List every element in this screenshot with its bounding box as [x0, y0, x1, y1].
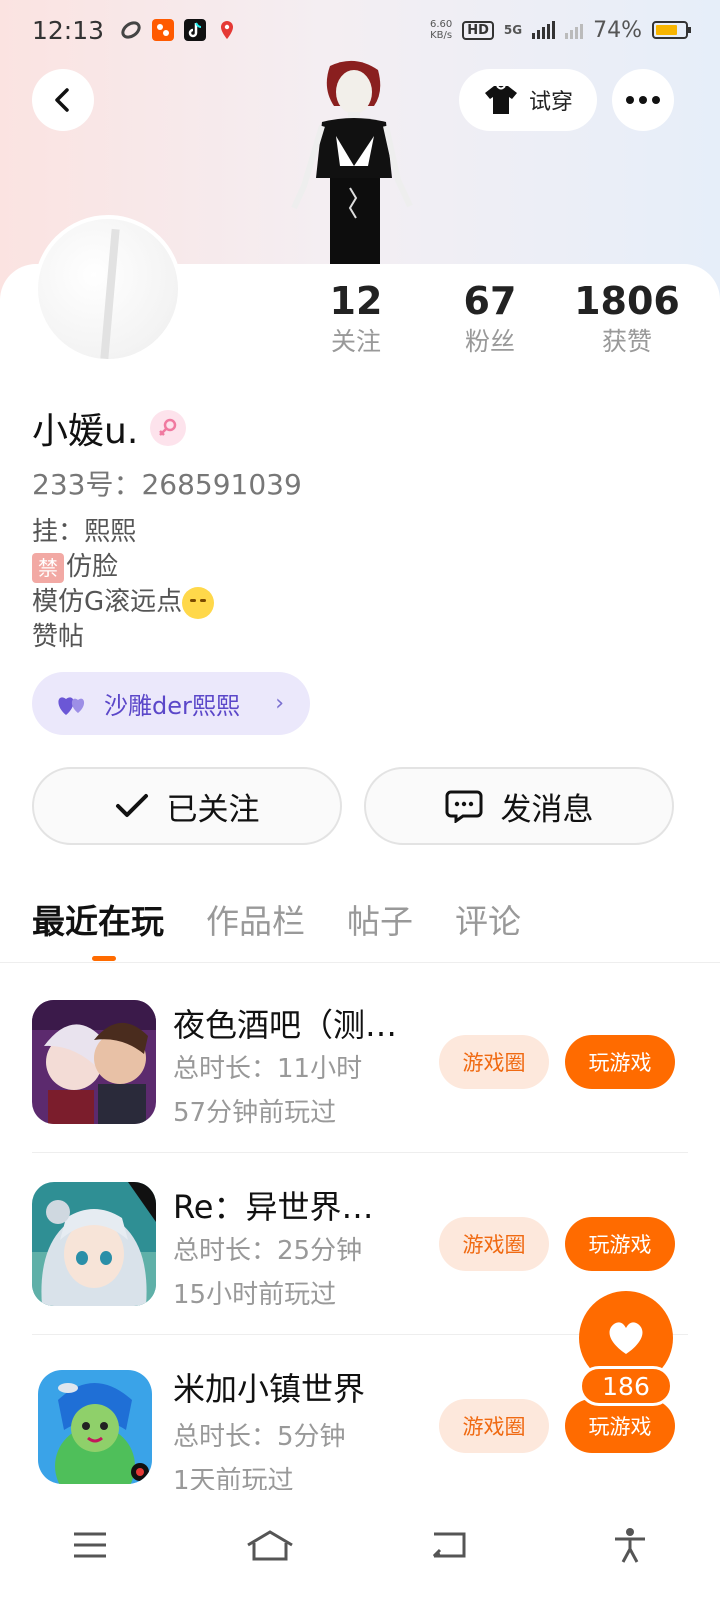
accessibility-icon[interactable]: [600, 1515, 660, 1575]
name-row: 小媛u.: [32, 402, 187, 454]
game-title: 米加小镇世界: [173, 1370, 366, 1408]
like-count: 186: [579, 1366, 673, 1406]
play-game-button[interactable]: 玩游戏: [565, 1217, 675, 1271]
game-title: Re：异世界…: [173, 1188, 374, 1226]
following-button[interactable]: 已关注: [32, 767, 342, 845]
stat-fans[interactable]: 67 粉丝: [420, 278, 560, 360]
bio-line-4: 赞帖: [32, 622, 85, 652]
game-last-played: 57分钟前玩过: [173, 1098, 337, 1128]
double-heart-icon: [58, 696, 85, 715]
game-icon-re-zero: [32, 1182, 156, 1306]
female-icon: [150, 410, 187, 446]
game-circle-button[interactable]: 游戏圈: [439, 1399, 549, 1453]
ban-emoji-icon: 禁: [32, 552, 64, 583]
avatar[interactable]: [34, 215, 182, 363]
profile-tabs: 最近在玩 作品栏 帖子 评论: [32, 895, 521, 943]
following-label: 已关注: [166, 791, 260, 828]
tab-recently-played[interactable]: 最近在玩: [32, 895, 164, 943]
check-icon: [115, 794, 148, 817]
user-name: 小媛u.: [32, 411, 139, 452]
taobao-app-icon: [152, 19, 175, 41]
signal-icon-secondary: [565, 21, 584, 39]
status-bar: 12:13 6.60 KB/s HD 5G 74%: [0, 0, 720, 60]
kissing-face-icon: [182, 586, 215, 619]
send-message-label: 发消息: [500, 791, 594, 828]
hd-badge: HD: [462, 20, 494, 40]
avatar-3d-figure[interactable]: [280, 58, 430, 266]
game-icon-miga-town: [38, 1370, 152, 1484]
try-on-label: 试穿: [528, 90, 573, 115]
game-title: 夜色酒吧（测…: [173, 1006, 398, 1044]
heart-icon: [609, 1322, 643, 1354]
system-nav-bar: [0, 1490, 720, 1600]
game-duration: 总时长：11小时: [173, 1054, 363, 1084]
battery-percent: 74%: [593, 17, 642, 43]
stat-likes[interactable]: 1806 获赞: [557, 278, 697, 360]
game-icon-night-bar: [32, 1000, 156, 1124]
chevron-right-icon: ›: [275, 691, 284, 716]
tabs-divider: [0, 962, 720, 963]
more-button[interactable]: [612, 69, 674, 131]
active-tab-indicator: [92, 956, 116, 961]
list-item[interactable]: 夜色酒吧（测… 总时长：11小时 57分钟前玩过 游戏圈 玩游戏: [0, 1000, 720, 1153]
stat-following[interactable]: 12 关注: [286, 278, 426, 360]
user-bio: 挂：熙熙 禁仿脸 模仿G滚远点 赞帖: [32, 515, 215, 655]
game-duration: 总时长：5分钟: [173, 1422, 346, 1452]
signal-icon: [532, 21, 556, 39]
play-game-button[interactable]: 玩游戏: [565, 1399, 675, 1453]
back-icon[interactable]: [420, 1515, 480, 1575]
tab-comments[interactable]: 评论: [455, 895, 521, 943]
more-dots-icon: [626, 96, 660, 104]
back-button[interactable]: [32, 69, 94, 131]
network-type: 5G: [503, 23, 523, 37]
chevron-left-icon: [55, 88, 69, 112]
location-app-icon: [216, 19, 238, 41]
user-id: 233号：268591039: [32, 468, 302, 501]
bio-line-2: 禁仿脸: [32, 550, 214, 585]
menu-icon[interactable]: [60, 1515, 120, 1575]
tshirt-icon: [484, 85, 517, 114]
tab-posts[interactable]: 帖子: [347, 895, 413, 943]
net-speed: 6.60 KB/s: [429, 19, 453, 41]
game-last-played: 15小时前玩过: [173, 1280, 337, 1310]
club-link[interactable]: 沙雕der熙熙 ›: [32, 672, 310, 735]
bio-line-3: 模仿G滚远点: [32, 585, 215, 620]
play-game-button[interactable]: 玩游戏: [565, 1035, 675, 1089]
game-circle-button[interactable]: 游戏圈: [439, 1035, 549, 1089]
game-circle-button[interactable]: 游戏圈: [439, 1217, 549, 1271]
tab-works[interactable]: 作品栏: [206, 895, 305, 943]
home-icon[interactable]: [240, 1515, 300, 1575]
try-on-button[interactable]: 试穿: [459, 69, 597, 131]
tiktok-app-icon: [184, 19, 207, 41]
status-time: 12:13: [32, 15, 105, 45]
chat-bubble-icon: [445, 790, 482, 823]
bio-line-1: 挂：熙熙: [32, 517, 137, 547]
game-duration: 总时长：25分钟: [173, 1236, 363, 1266]
profile-stats: 12 关注 67 粉丝 1806 获赞: [300, 278, 700, 368]
send-message-button[interactable]: 发消息: [364, 767, 674, 845]
battery-icon: [652, 21, 691, 39]
link-app-icon: [120, 19, 142, 41]
club-label: 沙雕der熙熙: [104, 692, 240, 720]
